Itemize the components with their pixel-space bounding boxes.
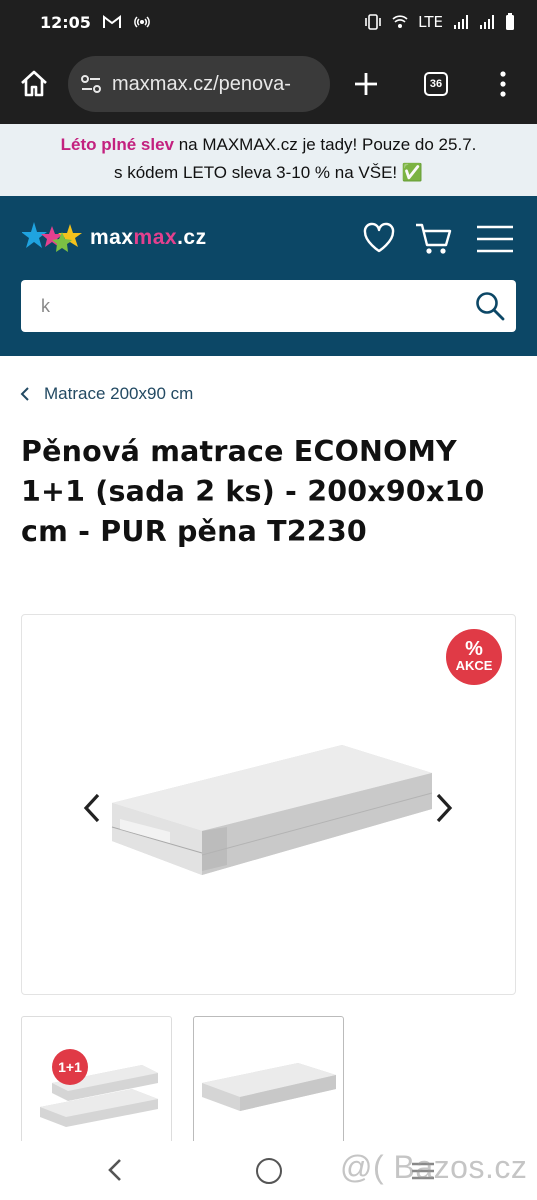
signal-icon	[479, 14, 495, 30]
sale-badge-symbol: %	[465, 638, 483, 660]
address-bar[interactable]: maxmax.cz/penova-	[68, 56, 330, 112]
watermark-text: @( Bazos.cz	[340, 1149, 528, 1185]
vibrate-icon	[364, 14, 382, 30]
gallery-prev-button[interactable]	[80, 791, 104, 825]
product-gallery[interactable]: % AKCE	[21, 614, 516, 995]
thumbnail-2[interactable]	[193, 1016, 344, 1146]
network-type: LTE	[418, 13, 443, 31]
promo-line-1: Léto plné slev na MAXMAX.cz je tady! Pou…	[0, 131, 537, 159]
search-input[interactable]	[41, 295, 441, 317]
back-icon[interactable]	[106, 1157, 124, 1183]
logo-stars-icon	[22, 222, 82, 252]
new-tab-button[interactable]	[352, 70, 380, 98]
status-bar: 12:05 LTE	[0, 0, 537, 44]
home-icon[interactable]	[18, 68, 50, 100]
gmail-icon	[102, 15, 121, 29]
tabs-icon[interactable]: 36	[424, 72, 448, 96]
breadcrumb-link[interactable]: Matrace 200x90 cm	[44, 384, 193, 404]
search-bar[interactable]	[21, 280, 516, 332]
hamburger-menu-icon[interactable]	[476, 224, 514, 254]
logo-text: maxmax.cz	[90, 226, 207, 249]
site-logo[interactable]: maxmax.cz	[22, 220, 207, 256]
signal-icon	[453, 14, 469, 30]
product-title: Pěnová matrace ECONOMY 1+1 (sada 2 ks) -…	[21, 435, 485, 548]
url-text: maxmax.cz/penova-	[112, 72, 291, 95]
gallery-thumbnails: 1+1	[21, 1016, 344, 1146]
chevron-right-icon	[436, 793, 453, 823]
plus-icon	[355, 73, 377, 95]
chevron-left-icon	[20, 387, 29, 401]
promo-banner[interactable]: Léto plné slev na MAXMAX.cz je tady! Pou…	[0, 124, 537, 196]
heart-icon[interactable]	[362, 222, 396, 254]
sale-badge-label: AKCE	[455, 658, 493, 673]
chevron-left-icon	[83, 793, 100, 823]
mattress-image	[111, 745, 433, 875]
system-nav-bar: @( Bazos.cz	[0, 1141, 537, 1200]
home-circle-icon[interactable]	[256, 1158, 282, 1184]
wifi-calling-icon	[392, 14, 408, 30]
gallery-next-button[interactable]	[432, 791, 456, 825]
promo-text-1: na MAXMAX.cz je tady! Pouze do 25.7.	[173, 135, 477, 154]
mattress-thumbnail	[202, 1063, 336, 1111]
site-header: maxmax.cz	[0, 196, 537, 356]
battery-icon	[505, 13, 515, 31]
browser-toolbar: maxmax.cz/penova- 36	[0, 44, 537, 124]
promo-highlight: Léto plné slev	[60, 135, 174, 154]
search-icon[interactable]	[474, 290, 506, 322]
cart-icon[interactable]	[414, 222, 452, 256]
status-time: 12:05	[40, 12, 91, 32]
promo-line-2: s kódem LETO sleva 3-10 % na VŠE! ✅	[113, 163, 424, 182]
breadcrumb[interactable]: Matrace 200x90 cm	[20, 384, 193, 404]
set-badge: 1+1	[52, 1049, 88, 1085]
thumbnail-1[interactable]: 1+1	[21, 1016, 172, 1146]
tune-icon[interactable]	[80, 73, 102, 95]
hotspot-icon	[133, 13, 151, 31]
sale-badge: % AKCE	[446, 629, 502, 685]
mattress-set-thumbnail	[40, 1065, 158, 1127]
more-vert-icon[interactable]	[496, 70, 510, 98]
